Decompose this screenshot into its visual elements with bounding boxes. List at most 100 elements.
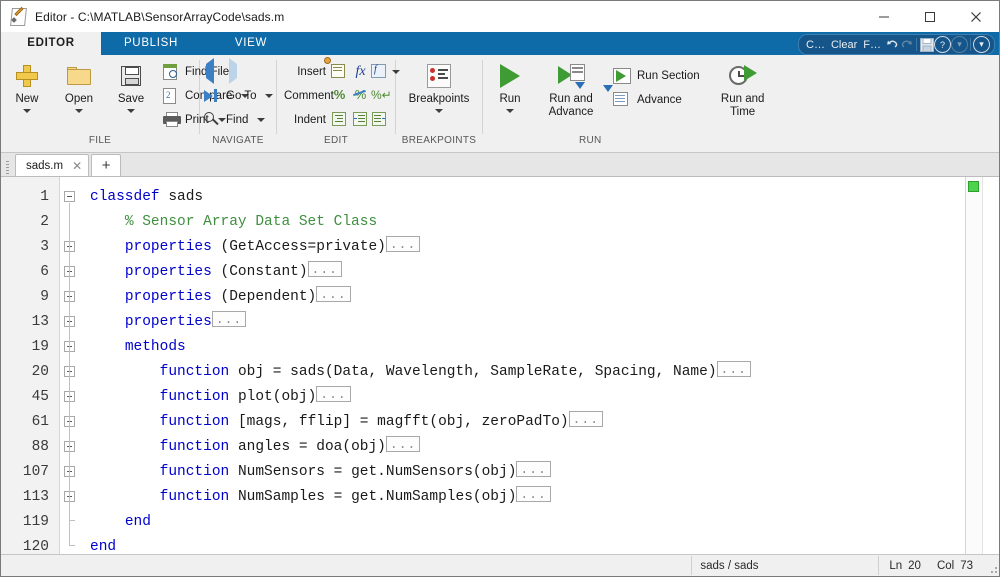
folded-code-placeholder[interactable]: ...	[212, 311, 246, 327]
breakpoints-chevron-down-icon[interactable]	[435, 109, 443, 113]
quick-access-more-icon[interactable]: ▾	[951, 36, 968, 53]
new-button[interactable]: New	[1, 60, 53, 113]
indent-right-icon[interactable]	[352, 112, 369, 129]
indent-left-icon[interactable]	[371, 112, 388, 129]
run-and-advance-button[interactable]: Run and Advance	[537, 60, 605, 119]
run-icon	[500, 61, 520, 91]
line-number: 107	[1, 460, 59, 485]
save-button-chevron-down-icon[interactable]	[127, 109, 135, 113]
run-and-advance-label: Run and Advance	[549, 93, 594, 119]
code-line: function obj = sads(Data, Wavelength, Sa…	[82, 360, 965, 385]
line-label: Ln	[889, 560, 902, 572]
advance-button[interactable]: Advance	[613, 88, 705, 112]
code-analyzer-bar[interactable]	[965, 177, 982, 554]
help-icon[interactable]: ?	[934, 36, 951, 53]
go-to-button[interactable]: Go To	[204, 84, 273, 108]
folded-code-placeholder[interactable]: ...	[316, 286, 350, 302]
maximize-button[interactable]	[907, 1, 953, 32]
smart-indent-icon[interactable]	[331, 112, 348, 129]
folded-code-placeholder[interactable]: ...	[386, 236, 420, 252]
ribbon-group-file: New Open Save Find Files	[1, 55, 199, 152]
folded-code-placeholder[interactable]: ...	[516, 461, 550, 477]
folded-code-placeholder[interactable]: ...	[308, 261, 342, 277]
folded-code-placeholder[interactable]: ...	[386, 436, 420, 452]
indent-row: Indent	[279, 108, 400, 132]
find-chevron-down-icon[interactable]	[257, 118, 265, 122]
fold-row	[60, 235, 82, 260]
find-hint[interactable]: F…	[860, 36, 884, 53]
new-tab-button[interactable]: +	[91, 154, 121, 176]
folded-code-placeholder[interactable]: ...	[717, 361, 751, 377]
run-and-time-icon	[729, 61, 757, 91]
code-line: methods	[82, 335, 965, 360]
tab-bar-grip[interactable]	[3, 158, 12, 176]
fold-collapse-icon[interactable]	[64, 191, 75, 202]
search-documentation-hint[interactable]: C…	[803, 36, 828, 53]
advance-icon	[613, 92, 632, 109]
tab-view[interactable]: VIEW	[201, 32, 301, 55]
uncomment-icon[interactable]: %	[352, 88, 369, 105]
go-to-label: Go To	[226, 90, 256, 102]
find-button[interactable]: Find	[204, 108, 273, 132]
folded-code-placeholder[interactable]: ...	[516, 486, 550, 502]
new-button-chevron-down-icon[interactable]	[23, 109, 31, 113]
run-chevron-down-icon[interactable]	[506, 109, 514, 113]
breakpoints-button[interactable]: Breakpoints	[404, 60, 475, 113]
close-icon[interactable]: ✕	[72, 159, 82, 173]
undo-icon[interactable]	[884, 37, 899, 52]
tab-editor[interactable]: EDITOR	[1, 32, 101, 55]
insert-subfunction-icon[interactable]: f	[371, 64, 388, 81]
fold-row	[60, 360, 82, 385]
code-token: obj = sads(Data, Wavelength, SampleRate,…	[229, 364, 716, 380]
fold-row	[60, 335, 82, 360]
fold-row	[60, 185, 82, 210]
insert-function-icon[interactable]: fx	[352, 64, 369, 81]
vertical-scrollbar[interactable]	[982, 177, 999, 554]
line-number: 9	[1, 285, 59, 310]
fold-row	[60, 485, 82, 510]
folded-code-placeholder[interactable]: ...	[316, 386, 350, 402]
wrap-comment-icon[interactable]: %↵	[371, 88, 388, 105]
code-token: properties	[125, 264, 212, 280]
run-section-label: Run Section	[637, 70, 700, 82]
open-button-label: Open	[65, 93, 93, 106]
ribbon-collapse-icon[interactable]: ▾	[973, 36, 990, 53]
back-arrow-icon[interactable]	[206, 64, 223, 81]
minimize-button[interactable]	[861, 1, 907, 32]
find-files-icon	[163, 64, 180, 81]
tab-publish[interactable]: PUBLISH	[101, 32, 201, 55]
window-controls	[861, 1, 999, 32]
ribbon: New Open Save Find Files	[1, 55, 999, 153]
run-section-icon	[613, 68, 632, 85]
code-token: (Constant)	[212, 264, 308, 280]
folded-code-placeholder[interactable]: ...	[569, 411, 603, 427]
code-fold-column	[60, 177, 82, 554]
go-to-chevron-down-icon[interactable]	[265, 94, 273, 98]
run-button[interactable]: Run	[483, 60, 537, 113]
matlab-editor-window: Editor - C:\MATLAB\SensorArrayCode\sads.…	[0, 0, 1000, 577]
navigate-history-row	[204, 60, 273, 84]
code-token: [mags, fflip] = magfft(obj, zeroPadTo)	[229, 414, 568, 430]
document-tab-sads[interactable]: sads.m ✕	[15, 154, 89, 176]
code-content[interactable]: classdef sads % Sensor Array Data Set Cl…	[82, 177, 965, 554]
resize-grip[interactable]	[983, 556, 999, 575]
compare-icon: 2	[163, 88, 180, 105]
code-token: methods	[125, 339, 186, 355]
open-button-chevron-down-icon[interactable]	[75, 109, 83, 113]
insert-icon[interactable]	[331, 64, 348, 81]
open-button[interactable]: Open	[53, 60, 105, 113]
open-folder-icon	[67, 61, 91, 91]
close-button[interactable]	[953, 1, 999, 32]
clear-button[interactable]: Clear	[828, 36, 860, 53]
save-button[interactable]: Save	[105, 60, 157, 113]
comment-icon[interactable]: %	[331, 88, 348, 105]
code-line: function plot(obj)...	[82, 385, 965, 410]
run-section-button[interactable]: Run Section	[613, 64, 705, 88]
document-tab-label: sads.m	[26, 160, 63, 172]
fold-row	[60, 310, 82, 335]
save-icon[interactable]	[919, 37, 934, 52]
save-disk-icon	[121, 61, 141, 91]
code-token: properties	[125, 314, 212, 330]
run-and-time-button[interactable]: Run and Time	[711, 60, 775, 119]
ribbon-group-edit: Insert fx f Comment % % %↵ Indent	[277, 55, 395, 152]
